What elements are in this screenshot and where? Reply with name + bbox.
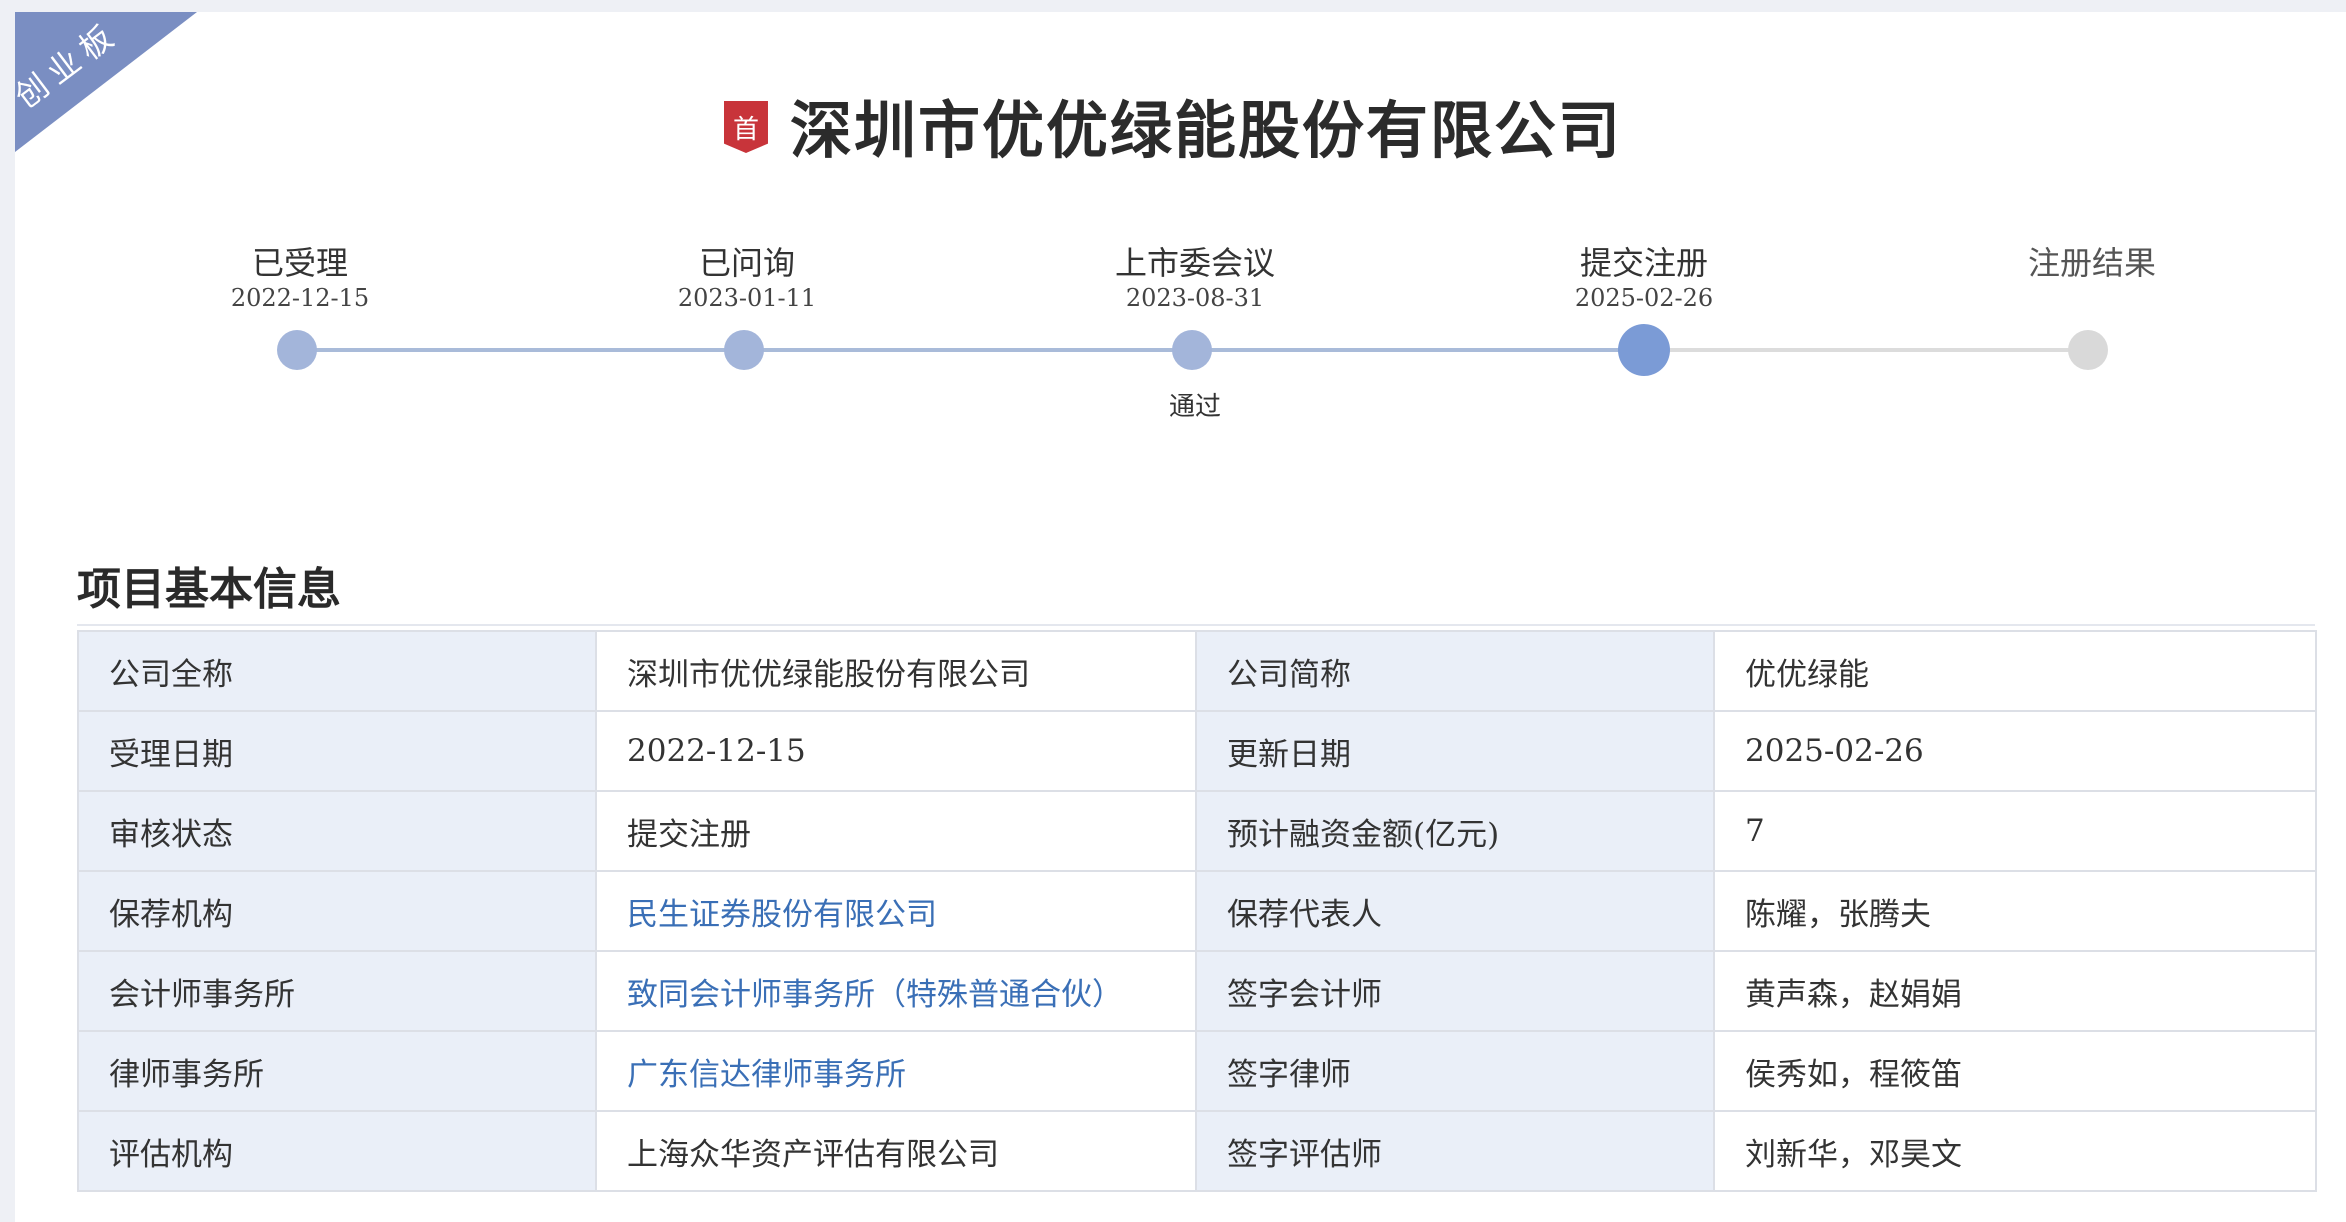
label-company-short-name: 公司简称 — [1195, 630, 1715, 712]
value-accepted-date: 2022-12-15 — [595, 710, 1197, 792]
step-date-registration-submitted: 2025-02-26 — [1574, 284, 1714, 312]
value-sponsor-representatives: 陈耀，张腾夫 — [1713, 870, 2317, 952]
table-row: 审核状态 提交注册 预计融资金额(亿元) 7 — [77, 790, 2317, 872]
track-segment-3 — [1192, 348, 1644, 352]
label-accounting-firm: 会计师事务所 — [77, 950, 597, 1032]
table-row: 评估机构 上海众华资产评估有限公司 签字评估师 刘新华，邓昊文 — [77, 1110, 2317, 1192]
accounting-firm-link[interactable]: 致同会计师事务所（特殊普通合伙） — [595, 950, 1197, 1032]
track-segment-2 — [744, 348, 1192, 352]
label-review-status: 审核状态 — [77, 790, 597, 872]
progress-timeline: 已受理 2022-12-15 已问询 2023-01-11 上市委会议 2023… — [0, 0, 2346, 430]
label-appraisal-firm: 评估机构 — [77, 1110, 597, 1192]
step-label-registration-submitted: 提交注册 — [1579, 244, 1708, 282]
step-label-inquired: 已问询 — [698, 244, 795, 282]
step-label-committee: 上市委会议 — [1114, 244, 1275, 282]
label-company-full-name: 公司全称 — [77, 630, 597, 712]
table-row: 律师事务所 广东信达律师事务所 签字律师 侯秀如，程筱笛 — [77, 1030, 2317, 1112]
value-review-status: 提交注册 — [595, 790, 1197, 872]
value-signing-lawyers: 侯秀如，程筱笛 — [1713, 1030, 2317, 1112]
value-company-full-name: 深圳市优优绿能股份有限公司 — [595, 630, 1197, 712]
table-row: 受理日期 2022-12-15 更新日期 2025-02-26 — [77, 710, 2317, 792]
step-label-registration-result: 注册结果 — [2027, 244, 2156, 282]
step-dot-committee[interactable] — [1172, 330, 1212, 370]
track-segment-4 — [1644, 348, 2088, 352]
table-row: 公司全称 深圳市优优绿能股份有限公司 公司简称 优优绿能 — [77, 630, 2317, 712]
step-dot-registration-submitted[interactable] — [1618, 324, 1670, 376]
table-row: 保荐机构 民生证券股份有限公司 保荐代表人 陈耀，张腾夫 — [77, 870, 2317, 952]
table-row: 会计师事务所 致同会计师事务所（特殊普通合伙） 签字会计师 黄声森，赵娟娟 — [77, 950, 2317, 1032]
step-date-accepted: 2022-12-15 — [230, 284, 370, 312]
section-title: 项目基本信息 — [77, 564, 341, 615]
step-date-committee: 2023-08-31 — [1125, 284, 1265, 312]
value-signing-accountants: 黄声森，赵娟娟 — [1713, 950, 2317, 1032]
label-expected-financing: 预计融资金额(亿元) — [1195, 790, 1715, 872]
section-divider — [77, 624, 2315, 626]
label-accepted-date: 受理日期 — [77, 710, 597, 792]
value-company-short-name: 优优绿能 — [1713, 630, 2317, 712]
value-appraisal-firm: 上海众华资产评估有限公司 — [595, 1110, 1197, 1192]
sponsor-link[interactable]: 民生证券股份有限公司 — [595, 870, 1197, 952]
value-expected-financing: 7 — [1713, 790, 2317, 872]
label-updated-date: 更新日期 — [1195, 710, 1715, 792]
step-dot-registration-result[interactable] — [2068, 330, 2108, 370]
value-updated-date: 2025-02-26 — [1713, 710, 2317, 792]
law-firm-link[interactable]: 广东信达律师事务所 — [595, 1030, 1197, 1112]
step-dot-accepted[interactable] — [277, 330, 317, 370]
label-sponsor: 保荐机构 — [77, 870, 597, 952]
label-sponsor-representatives: 保荐代表人 — [1195, 870, 1715, 952]
step-dot-inquired[interactable] — [724, 330, 764, 370]
project-info-table: 公司全称 深圳市优优绿能股份有限公司 公司简称 优优绿能 受理日期 2022-1… — [77, 630, 2317, 1192]
step-note-committee: 通过 — [1168, 392, 1221, 422]
label-signing-lawyers: 签字律师 — [1195, 1030, 1715, 1112]
label-law-firm: 律师事务所 — [77, 1030, 597, 1112]
label-signing-accountants: 签字会计师 — [1195, 950, 1715, 1032]
label-signing-appraisers: 签字评估师 — [1195, 1110, 1715, 1192]
step-label-accepted: 已受理 — [251, 244, 348, 282]
step-date-inquired: 2023-01-11 — [677, 284, 817, 312]
value-signing-appraisers: 刘新华，邓昊文 — [1713, 1110, 2317, 1192]
track-segment-1 — [297, 348, 744, 352]
